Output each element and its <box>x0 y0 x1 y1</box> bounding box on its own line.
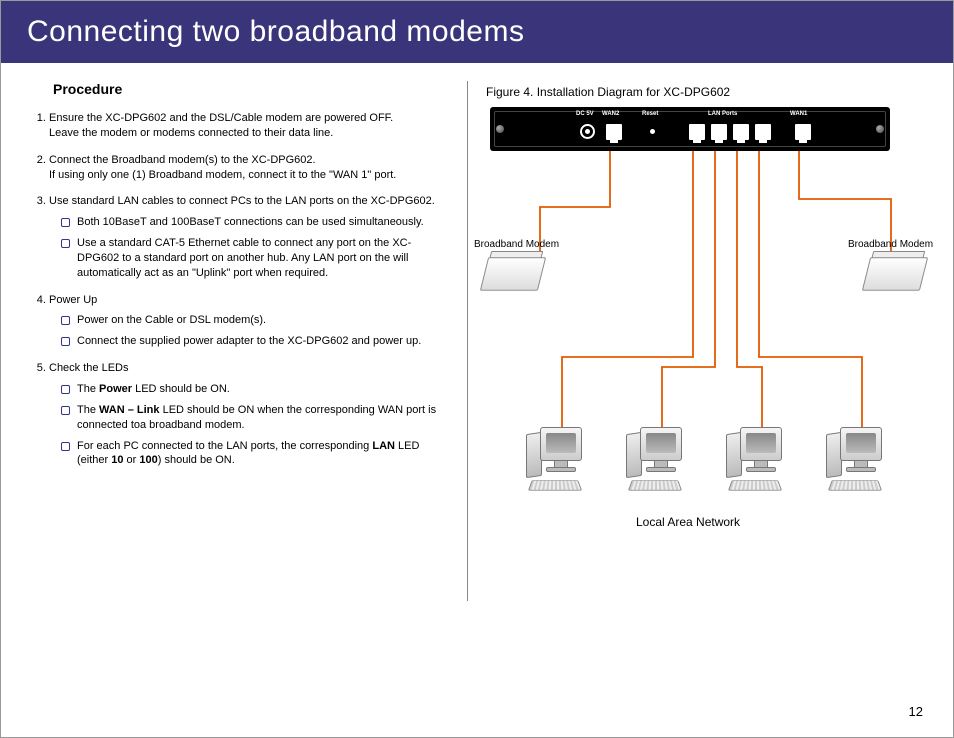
dc-jack-icon <box>580 124 595 139</box>
installation-diagram: DC 5V WAN2 Reset LAN Ports WAN1 <box>486 107 916 537</box>
procedure-heading: Procedure <box>53 81 449 97</box>
procedure-step: Check the LEDs The Power LED should be ON… <box>49 361 449 468</box>
step-text: Ensure the XC-DPG602 and the DSL/Cable m… <box>49 112 393 124</box>
modem-label: Broadband Modem <box>474 239 559 250</box>
step-sublist: Both 10BaseT and 100BaseT connections ca… <box>49 215 449 280</box>
page-banner: Connecting two broadband modems <box>1 1 953 63</box>
port-label-reset: Reset <box>642 111 658 117</box>
reset-button-icon <box>650 129 655 134</box>
router-back-panel: DC 5V WAN2 Reset LAN Ports WAN1 <box>490 107 890 151</box>
screw-icon <box>496 125 504 133</box>
port-label-wan2: WAN2 <box>602 111 619 117</box>
lan-port-icon <box>733 124 749 140</box>
lan-label: Local Area Network <box>636 515 740 529</box>
step-text-line2: Leave the modem or modems connected to t… <box>49 126 449 141</box>
broadband-modem-left: Broadband Modem <box>484 257 542 291</box>
port-label-wan1: WAN1 <box>790 111 807 117</box>
step-bullet: The Power LED should be ON. <box>77 382 449 397</box>
pc-icon <box>724 427 794 505</box>
procedure-step: Power Up Power on the Cable or DSL modem(… <box>49 293 449 350</box>
step-sublist: The Power LED should be ON. The WAN – Lin… <box>49 382 449 468</box>
wan1-port-icon <box>795 124 811 140</box>
modem-label: Broadband Modem <box>848 239 933 250</box>
step-bullet: Use a standard CAT-5 Ethernet cable to c… <box>77 236 449 281</box>
figure-caption: Figure 4. Installation Diagram for XC-DP… <box>486 85 927 99</box>
step-sublist: Power on the Cable or DSL modem(s). Conne… <box>49 313 449 349</box>
port-label-dc: DC 5V <box>576 111 594 117</box>
pc-icon <box>524 427 594 505</box>
procedure-step: Connect the Broadband modem(s) to the XC… <box>49 153 449 183</box>
page-number: 12 <box>909 704 923 719</box>
step-text: Power Up <box>49 294 97 306</box>
pc-icon <box>824 427 894 505</box>
page-title: Connecting two broadband modems <box>27 15 524 48</box>
lan-port-icon <box>689 124 705 140</box>
step-text: Use standard LAN cables to connect PCs t… <box>49 195 435 207</box>
procedure-step: Use standard LAN cables to connect PCs t… <box>49 194 449 280</box>
step-text-line2: If using only one (1) Broadband modem, c… <box>49 168 449 183</box>
procedure-list: Ensure the XC-DPG602 and the DSL/Cable m… <box>27 111 449 468</box>
right-column: Figure 4. Installation Diagram for XC-DP… <box>468 81 927 601</box>
broadband-modem-right: Broadband Modem <box>866 257 924 291</box>
step-bullet: Both 10BaseT and 100BaseT connections ca… <box>77 215 449 230</box>
step-bullet: Connect the supplied power adapter to th… <box>77 334 449 349</box>
procedure-step: Ensure the XC-DPG602 and the DSL/Cable m… <box>49 111 449 141</box>
pc-icon <box>624 427 694 505</box>
content-area: Procedure Ensure the XC-DPG602 and the D… <box>1 63 953 601</box>
lan-port-icon <box>755 124 771 140</box>
port-label-lan: LAN Ports <box>708 111 737 117</box>
screw-icon <box>876 125 884 133</box>
step-bullet: Power on the Cable or DSL modem(s). <box>77 313 449 328</box>
left-column: Procedure Ensure the XC-DPG602 and the D… <box>27 81 467 601</box>
step-text: Connect the Broadband modem(s) to the XC… <box>49 154 316 166</box>
wan2-port-icon <box>606 124 622 140</box>
document-page: Connecting two broadband modems Procedur… <box>0 0 954 738</box>
step-bullet: For each PC connected to the LAN ports, … <box>77 439 449 469</box>
step-text: Check the LEDs <box>49 362 128 374</box>
step-bullet: The WAN – Link LED should be ON when the… <box>77 403 449 433</box>
port-labels-row: DC 5V WAN2 Reset LAN Ports WAN1 <box>490 111 890 121</box>
lan-port-icon <box>711 124 727 140</box>
